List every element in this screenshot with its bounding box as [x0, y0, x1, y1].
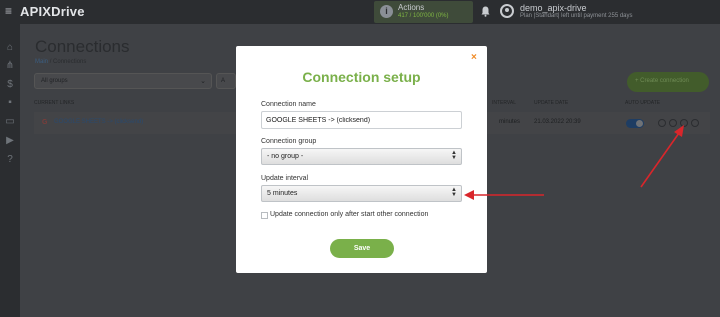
bell-icon[interactable] — [481, 6, 490, 17]
connection-group-value: - no group - — [267, 153, 304, 160]
gear-icon[interactable] — [680, 119, 688, 127]
user-name[interactable]: demo_apix-drive — [520, 3, 587, 13]
user-avatar-icon[interactable] — [500, 4, 514, 18]
menu-icon[interactable]: ≡ — [5, 5, 12, 17]
google-sheets-icon: G — [42, 119, 48, 126]
search-input[interactable]: A — [216, 73, 236, 89]
top-bar: ≡ APIXDrive i Actions 417 / 100'000 (0%)… — [0, 0, 720, 24]
help-icon[interactable]: ? — [4, 154, 16, 166]
breadcrumb: Main / Connections — [35, 59, 86, 65]
modal-title: Connection setup — [302, 69, 421, 85]
home-icon[interactable]: ⌂ — [4, 42, 16, 54]
connection-name-link[interactable]: GOOGLE SHEETS -> (clicksend) — [54, 119, 143, 125]
header-interval: INTERVAL — [492, 100, 516, 106]
sidebar: ⌂ ⋔ $ ▪ ▭ ▶ ? — [0, 24, 20, 317]
create-connection-label: + Create connection — [635, 78, 689, 84]
actions-counter: i Actions 417 / 100'000 (0%) — [374, 1, 473, 23]
connection-name-label: Connection name — [261, 101, 316, 108]
close-icon[interactable]: × — [471, 53, 477, 63]
row-update-date: 21.03.2022 20:39 — [534, 119, 581, 125]
update-interval-value: 5 minutes — [267, 190, 298, 197]
select-arrows-icon: ▲ ▼ — [451, 187, 457, 198]
user-plan: Plan |Standart| left until payment 255 d… — [520, 13, 633, 19]
trash-icon[interactable] — [691, 119, 699, 127]
info-icon: i — [380, 5, 393, 18]
connection-group-select[interactable]: - no group - ▲ ▼ — [261, 148, 462, 165]
copy-icon[interactable] — [669, 119, 677, 127]
briefcase-icon[interactable]: ▪ — [4, 97, 16, 109]
create-connection-button[interactable]: + Create connection — [627, 72, 709, 92]
header-links: CURRENT LINKS — [34, 100, 75, 106]
auto-update-toggle[interactable] — [626, 119, 644, 128]
breadcrumb-separator: / — [49, 59, 52, 65]
breadcrumb-main-link[interactable]: Main — [35, 59, 48, 65]
save-button[interactable]: Save — [330, 239, 394, 258]
select-arrows-icon: ▲ ▼ — [451, 150, 457, 161]
play-icon[interactable] — [658, 119, 666, 127]
search-input-fragment: A — [221, 78, 226, 84]
start-after-other-checkbox[interactable] — [261, 212, 268, 219]
groups-filter-select[interactable]: All groups ⌄ — [34, 73, 212, 89]
video-icon[interactable]: ▶ — [4, 135, 16, 147]
breadcrumb-current: Connections — [53, 59, 87, 65]
sitemap-icon[interactable]: ⋔ — [4, 60, 16, 72]
actions-label: Actions — [398, 3, 425, 12]
connection-name-field[interactable] — [261, 111, 462, 129]
header-auto-update: AUTO UPDATE — [625, 100, 661, 106]
page-title: Connections — [35, 37, 130, 56]
connection-group-label: Connection group — [261, 138, 317, 145]
app-logo[interactable]: APIXDrive — [20, 4, 85, 19]
chevron-down-icon: ⌄ — [200, 78, 206, 85]
groups-filter-value: All groups — [41, 78, 68, 84]
actions-value: 417 / 100'000 (0%) — [398, 13, 449, 19]
id-card-icon[interactable]: ▭ — [4, 116, 16, 128]
update-interval-label: Update interval — [261, 175, 309, 182]
connection-setup-modal: × Connection setup Connection name Conne… — [236, 46, 487, 273]
start-after-other-label: Update connection only after start other… — [270, 211, 429, 218]
row-interval: minutes — [499, 119, 521, 125]
update-interval-select[interactable]: 5 minutes ▲ ▼ — [261, 185, 462, 202]
dollar-icon[interactable]: $ — [4, 79, 16, 91]
header-update-date: UPDATE DATE — [534, 100, 569, 106]
